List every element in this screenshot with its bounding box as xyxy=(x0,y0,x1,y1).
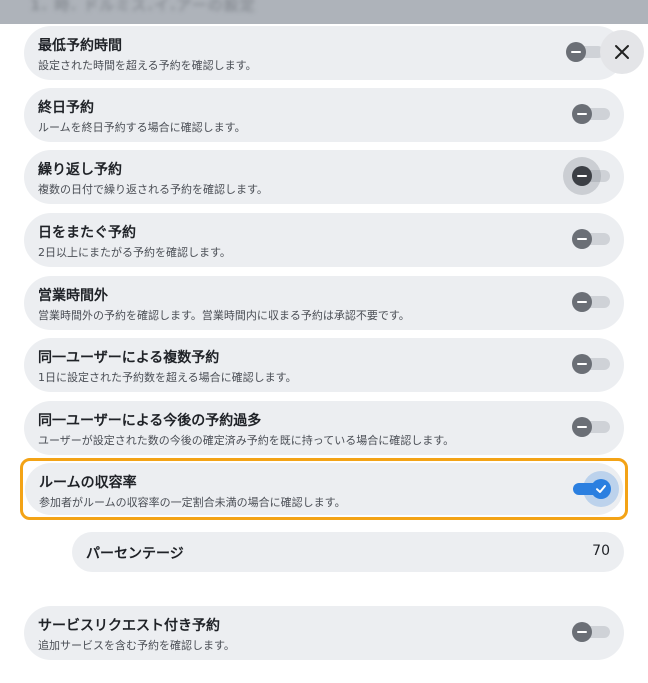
minus-icon xyxy=(577,174,587,178)
rule-min-duration: 最低予約時間 設定された時間を超える予約を確認します。 xyxy=(24,26,624,80)
rule-description: 追加サービスを含む予約を確認します。 xyxy=(38,639,235,652)
rule-toggle[interactable] xyxy=(573,479,611,499)
rule-all-day: 終日予約 ルームを終日予約する場合に確認します。 xyxy=(24,88,624,142)
rule-description: 1日に設定された予約数を超える場合に確認します。 xyxy=(38,371,297,384)
rule-service-request: サービスリクエスト付き予約 追加サービスを含む予約を確認します。 xyxy=(24,606,624,660)
percentage-value[interactable]: 70 xyxy=(592,543,610,559)
rule-toggle[interactable] xyxy=(572,229,610,249)
toggle-thumb xyxy=(572,417,592,437)
minus-icon xyxy=(577,425,587,429)
rule-room-capacity-inner: ルームの収容率 参加者がルームの収容率の一定割合未満の場合に確認します。 xyxy=(25,463,623,515)
check-icon xyxy=(596,485,606,493)
percentage-field[interactable]: パーセンテージ 70 xyxy=(72,532,624,572)
rule-description: 営業時間外の予約を確認します。営業時間内に収まる予約は承認不要です。 xyxy=(38,309,410,322)
rule-title: サービスリクエスト付き予約 xyxy=(38,618,220,634)
minus-icon xyxy=(577,112,587,116)
rule-same-user-multiple: 同一ユーザーによる複数予約 1日に設定された予約数を超える場合に確認します。 xyxy=(24,338,624,392)
toggle-thumb xyxy=(572,104,592,124)
rule-title: 繰り返し予約 xyxy=(38,162,122,178)
rule-title: 同一ユーザーによる今後の予約過多 xyxy=(38,413,262,429)
rule-toggle[interactable] xyxy=(572,354,610,374)
percentage-label: パーセンテージ xyxy=(86,546,184,562)
toggle-thumb xyxy=(572,292,592,312)
rule-description: ユーザーが設定された数の今後の確定済み予約を既に持っている場合に確認します。 xyxy=(38,434,455,447)
toggle-thumb xyxy=(572,354,592,374)
toggle-thumb xyxy=(591,479,611,499)
rule-description: 参加者がルームの収容率の一定割合未満の場合に確認します。 xyxy=(39,496,346,509)
rule-title: 最低予約時間 xyxy=(38,38,122,54)
rule-description: 設定された時間を超える予約を確認します。 xyxy=(38,59,257,72)
backdrop-header: 1. 時. ドルミス.イ.アーの設定 xyxy=(0,0,648,24)
minus-icon xyxy=(577,362,587,366)
rule-multi-day: 日をまたぐ予約 2日以上にまたがる予約を確認します。 xyxy=(24,213,624,267)
toggle-thumb xyxy=(572,622,592,642)
rule-title: 終日予約 xyxy=(38,100,94,116)
rule-toggle[interactable] xyxy=(572,417,610,437)
toggle-thumb xyxy=(566,42,586,62)
close-icon xyxy=(615,45,629,59)
rule-recurring: 繰り返し予約 複数の日付で繰り返される予約を確認します。 xyxy=(24,150,624,204)
minus-icon xyxy=(577,630,587,634)
minus-icon xyxy=(571,50,581,54)
toggle-thumb xyxy=(572,229,592,249)
rule-title: ルームの収容率 xyxy=(39,475,137,491)
rule-room-capacity: ルームの収容率 参加者がルームの収容率の一定割合未満の場合に確認します。 xyxy=(20,458,628,520)
rule-description: ルームを終日予約する場合に確認します。 xyxy=(38,121,246,134)
minus-icon xyxy=(577,300,587,304)
rule-outside-hours: 営業時間外 営業時間外の予約を確認します。営業時間内に収まる予約は承認不要です。 xyxy=(24,276,624,330)
rule-toggle[interactable] xyxy=(572,292,610,312)
backdrop-title: 1. 時. ドルミス.イ.アーの設定 xyxy=(30,0,256,14)
rule-toggle[interactable] xyxy=(572,104,610,124)
toggle-thumb xyxy=(572,166,592,186)
rule-description: 複数の日付で繰り返される予約を確認します。 xyxy=(38,183,268,196)
minus-icon xyxy=(577,237,587,241)
rule-title: 日をまたぐ予約 xyxy=(38,225,136,241)
rule-toggle[interactable] xyxy=(572,622,610,642)
close-button[interactable] xyxy=(600,30,644,74)
rule-toggle[interactable] xyxy=(572,166,610,186)
rule-title: 同一ユーザーによる複数予約 xyxy=(38,350,220,366)
rule-same-user-future: 同一ユーザーによる今後の予約過多 ユーザーが設定された数の今後の確定済み予約を既… xyxy=(24,401,624,455)
rule-title: 営業時間外 xyxy=(38,288,108,304)
rule-description: 2日以上にまたがる予約を確認します。 xyxy=(38,246,231,259)
rule-toggle[interactable] xyxy=(566,42,604,62)
